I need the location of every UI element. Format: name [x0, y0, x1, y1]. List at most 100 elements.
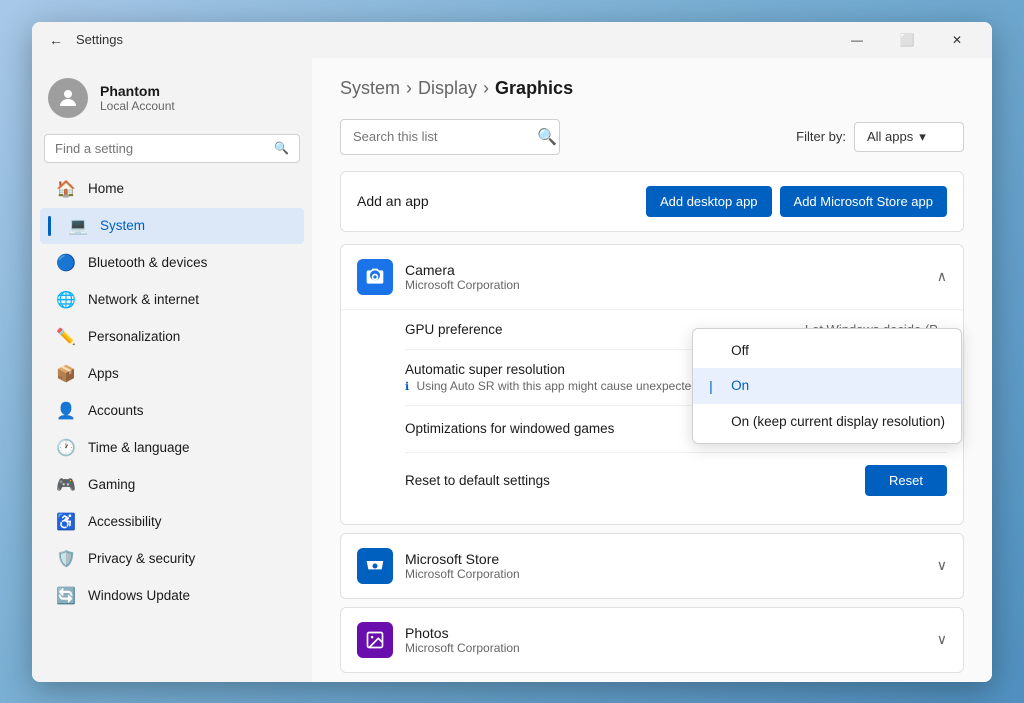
camera-app-corp: Microsoft Corporation	[405, 278, 520, 292]
network-icon: 🌐	[56, 290, 76, 310]
time-icon: 🕐	[56, 438, 76, 458]
sidebar-item-network[interactable]: 🌐 Network & internet	[40, 282, 304, 318]
add-app-bar: Add an app Add desktop app Add Microsoft…	[340, 171, 964, 232]
add-store-app-button[interactable]: Add Microsoft Store app	[780, 186, 947, 217]
photos-app-icon	[357, 622, 393, 658]
sidebar-item-apps[interactable]: 📦 Apps	[40, 356, 304, 392]
dropdown-option-on[interactable]: | On	[693, 368, 961, 404]
search-list-input[interactable]	[353, 129, 529, 144]
sidebar-item-network-label: Network & internet	[88, 292, 199, 307]
store-app-card: Microsoft Store Microsoft Corporation ∨	[340, 533, 964, 599]
store-app-name: Microsoft Store	[405, 551, 520, 567]
photos-app-name: Photos	[405, 625, 520, 641]
photos-app-corp: Microsoft Corporation	[405, 641, 520, 655]
photos-app-card: Photos Microsoft Corporation ∨	[340, 607, 964, 673]
search-list-box[interactable]: 🔍	[340, 119, 560, 155]
sidebar-item-time-label: Time & language	[88, 440, 190, 455]
avatar	[48, 78, 88, 118]
active-indicator	[48, 216, 51, 236]
photos-app-info: Photos Microsoft Corporation	[405, 625, 520, 655]
camera-app-header-left: Camera Microsoft Corporation	[357, 259, 520, 295]
filter-chevron-icon: ▾	[919, 129, 926, 145]
find-setting-box[interactable]: 🔍	[44, 134, 300, 163]
sidebar-item-privacy-label: Privacy & security	[88, 551, 195, 566]
user-subtitle: Local Account	[100, 99, 175, 113]
store-app-header[interactable]: Microsoft Store Microsoft Corporation ∨	[341, 534, 963, 598]
accessibility-icon: ♿	[56, 512, 76, 532]
gpu-pref-label: GPU preference	[405, 322, 503, 337]
content-area: Phantom Local Account 🔍 🏠 Home 💻 System …	[32, 58, 992, 682]
dropdown-on-current-label: On (keep current display resolution)	[731, 414, 945, 429]
camera-app-info: Camera Microsoft Corporation	[405, 262, 520, 292]
photos-app-header[interactable]: Photos Microsoft Corporation ∨	[341, 608, 963, 672]
apps-icon: 📦	[56, 364, 76, 384]
titlebar: ← Settings — ⬜ ✕	[32, 22, 992, 58]
store-app-icon	[357, 548, 393, 584]
sidebar-item-home[interactable]: 🏠 Home	[40, 171, 304, 207]
system-icon: 💻	[68, 216, 88, 236]
sidebar-item-system[interactable]: 💻 System	[40, 208, 304, 244]
reset-label: Reset to default settings	[405, 473, 550, 488]
breadcrumb-current: Graphics	[495, 78, 573, 99]
dropdown-option-on-current[interactable]: On (keep current display resolution)	[693, 404, 961, 439]
dropdown-option-off[interactable]: Off	[693, 333, 961, 368]
breadcrumb-system: System	[340, 78, 400, 99]
sidebar-item-gaming-label: Gaming	[88, 477, 135, 492]
sidebar-item-privacy[interactable]: 🛡️ Privacy & security	[40, 541, 304, 577]
auto-sr-dropdown: Off | On On (keep current display resolu…	[692, 328, 962, 444]
camera-app-header[interactable]: Camera Microsoft Corporation ∧	[341, 245, 963, 309]
filter-section: Filter by: All apps ▾	[796, 122, 964, 152]
store-chevron-icon: ∨	[937, 557, 947, 574]
sidebar-item-personalization[interactable]: ✏️ Personalization	[40, 319, 304, 355]
find-search-icon: 🔍	[274, 141, 289, 155]
sidebar-item-accounts[interactable]: 👤 Accounts	[40, 393, 304, 429]
sidebar-item-apps-label: Apps	[88, 366, 119, 381]
close-button[interactable]: ✕	[934, 24, 980, 56]
gaming-icon: 🎮	[56, 475, 76, 495]
opt-label: Optimizations for windowed games	[405, 421, 614, 436]
sidebar-item-home-label: Home	[88, 181, 124, 196]
camera-app-name: Camera	[405, 262, 520, 278]
privacy-icon: 🛡️	[56, 549, 76, 569]
sidebar: Phantom Local Account 🔍 🏠 Home 💻 System …	[32, 58, 312, 682]
breadcrumb: System › Display › Graphics	[340, 78, 964, 99]
sidebar-item-accessibility[interactable]: ♿ Accessibility	[40, 504, 304, 540]
sidebar-item-accounts-label: Accounts	[88, 403, 144, 418]
breadcrumb-sep1: ›	[406, 78, 412, 99]
bluetooth-icon: 🔵	[56, 253, 76, 273]
maximize-button[interactable]: ⬜	[884, 24, 930, 56]
reset-button[interactable]: Reset	[865, 465, 947, 496]
reset-row: Reset to default settings Reset	[405, 453, 947, 508]
dropdown-on-label: On	[731, 378, 749, 393]
camera-app-icon	[357, 259, 393, 295]
filter-value: All apps	[867, 129, 913, 144]
store-app-info: Microsoft Store Microsoft Corporation	[405, 551, 520, 581]
camera-chevron-icon: ∧	[937, 268, 947, 285]
sidebar-item-gaming[interactable]: 🎮 Gaming	[40, 467, 304, 503]
breadcrumb-display: Display	[418, 78, 477, 99]
back-button[interactable]: ←	[44, 28, 68, 52]
photos-app-header-left: Photos Microsoft Corporation	[357, 622, 520, 658]
user-name: Phantom	[100, 83, 175, 99]
sidebar-item-bluetooth[interactable]: 🔵 Bluetooth & devices	[40, 245, 304, 281]
titlebar-controls: — ⬜ ✕	[834, 24, 980, 56]
sidebar-item-time[interactable]: 🕐 Time & language	[40, 430, 304, 466]
sidebar-item-accessibility-label: Accessibility	[88, 514, 162, 529]
add-desktop-app-button[interactable]: Add desktop app	[646, 186, 772, 217]
user-section: Phantom Local Account	[32, 66, 312, 134]
find-setting-input[interactable]	[55, 141, 266, 156]
home-icon: 🏠	[56, 179, 76, 199]
auto-sr-info: Automatic super resolution ℹ Using Auto …	[405, 362, 740, 393]
personalization-icon: ✏️	[56, 327, 76, 347]
filter-label: Filter by:	[796, 129, 846, 144]
settings-window: ← Settings — ⬜ ✕ Phantom Local Account	[32, 22, 992, 682]
sidebar-item-bluetooth-label: Bluetooth & devices	[88, 255, 207, 270]
photos-chevron-icon: ∨	[937, 631, 947, 648]
minimize-button[interactable]: —	[834, 24, 880, 56]
sidebar-item-system-label: System	[100, 218, 145, 233]
filter-dropdown[interactable]: All apps ▾	[854, 122, 964, 152]
search-list-icon: 🔍	[537, 127, 557, 147]
dropdown-off-label: Off	[731, 343, 749, 358]
sidebar-item-update[interactable]: 🔄 Windows Update	[40, 578, 304, 614]
auto-sr-sub: ℹ Using Auto SR with this app might caus…	[405, 379, 740, 393]
